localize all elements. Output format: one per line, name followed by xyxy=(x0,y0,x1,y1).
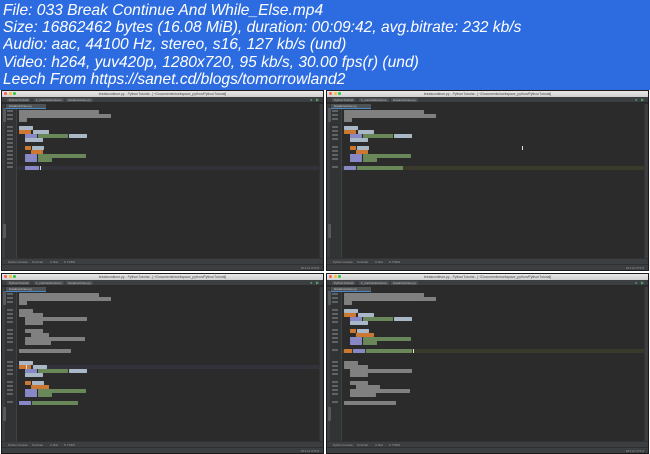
audio-info-line: Audio: aac, 44100 Hz, stereo, s16, 127 k… xyxy=(3,36,347,54)
caret-position-status: 18:4 LF UTF-8 xyxy=(300,266,319,270)
line-number-gutter xyxy=(331,109,342,258)
breadcrumb-project[interactable]: PythonTutorial xyxy=(332,98,356,102)
caret-position-status: 18:4 LF UTF-8 xyxy=(625,449,644,453)
thumbnail-grid: breakcontinue.py - PythonTutorial - [~/D… xyxy=(0,90,650,454)
bug-icon[interactable]: ● xyxy=(310,281,314,285)
breadcrumb-folder[interactable]: 1_controlstructures xyxy=(359,281,389,285)
status-bar: 18:4 LF UTF-8 xyxy=(2,264,323,270)
navigation-bar: PythonTutorial 1_controlstructures break… xyxy=(327,280,648,286)
breadcrumb-project[interactable]: PythonTutorial xyxy=(332,281,356,285)
navigation-bar: PythonTutorial 1_controlstructures break… xyxy=(2,280,323,286)
caret-position-status: 18:4 LF UTF-8 xyxy=(625,266,644,270)
breadcrumb-folder[interactable]: 1_controlstructures xyxy=(34,98,64,102)
video-info-line: Video: h264, yuv420p, 1280x720, 95 kb/s,… xyxy=(3,53,419,71)
code-editor[interactable] xyxy=(17,109,319,258)
ide-screenshot-3: breakcontinue.py - PythonTutorial - [~/D… xyxy=(1,273,324,454)
right-tool-strip xyxy=(319,287,323,447)
bug-icon[interactable]: ● xyxy=(310,98,314,102)
breadcrumb-file[interactable]: breakcontinue.py xyxy=(66,281,93,285)
right-tool-strip xyxy=(644,287,648,447)
code-editor[interactable] xyxy=(17,292,319,441)
file-name-line: File: 033 Break Continue And While_Else.… xyxy=(3,2,324,19)
status-bar: 18:4 LF UTF-8 xyxy=(327,264,648,270)
breadcrumb-file[interactable]: breakcontinue.py xyxy=(391,98,418,102)
ide-screenshot-2: breakcontinue.py - PythonTutorial - [~/D… xyxy=(326,90,649,271)
breadcrumb-project[interactable]: PythonTutorial xyxy=(7,281,31,285)
video-info-header: File: 033 Break Continue And While_Else.… xyxy=(0,0,650,90)
caret-position-status: 18:4 LF UTF-8 xyxy=(300,449,319,453)
play-icon[interactable]: ▶ xyxy=(316,98,320,102)
play-icon[interactable]: ▶ xyxy=(641,98,645,102)
breadcrumb-folder[interactable]: 1_controlstructures xyxy=(359,98,389,102)
source-line: Leech From https://sanet.cd/blogs/tomorr… xyxy=(3,70,346,88)
line-number-gutter xyxy=(331,292,342,441)
line-number-gutter xyxy=(6,292,17,441)
code-editor[interactable] xyxy=(342,109,644,258)
ide-screenshot-4: breakcontinue.py - PythonTutorial - [~/D… xyxy=(326,273,649,454)
code-editor[interactable] xyxy=(342,292,644,441)
ide-screenshot-1: breakcontinue.py - PythonTutorial - [~/D… xyxy=(1,90,324,271)
breadcrumb-project[interactable]: PythonTutorial xyxy=(7,98,31,102)
status-bar: 18:4 LF UTF-8 xyxy=(327,447,648,453)
line-number-gutter xyxy=(6,109,17,258)
play-icon[interactable]: ▶ xyxy=(316,281,320,285)
bug-icon[interactable]: ● xyxy=(635,281,639,285)
right-tool-strip xyxy=(319,104,323,264)
right-tool-strip xyxy=(644,104,648,264)
breadcrumb-file[interactable]: breakcontinue.py xyxy=(391,281,418,285)
play-icon[interactable]: ▶ xyxy=(641,281,645,285)
bug-icon[interactable]: ● xyxy=(635,98,639,102)
breadcrumb-folder[interactable]: 1_controlstructures xyxy=(34,281,64,285)
navigation-bar: PythonTutorial 1_controlstructures break… xyxy=(2,97,323,103)
navigation-bar: PythonTutorial 1_controlstructures break… xyxy=(327,97,648,103)
status-bar: 18:4 LF UTF-8 xyxy=(2,447,323,453)
breadcrumb-file[interactable]: breakcontinue.py xyxy=(66,98,93,102)
file-size-line: Size: 16862462 bytes (16.08 MiB), durati… xyxy=(3,19,522,37)
